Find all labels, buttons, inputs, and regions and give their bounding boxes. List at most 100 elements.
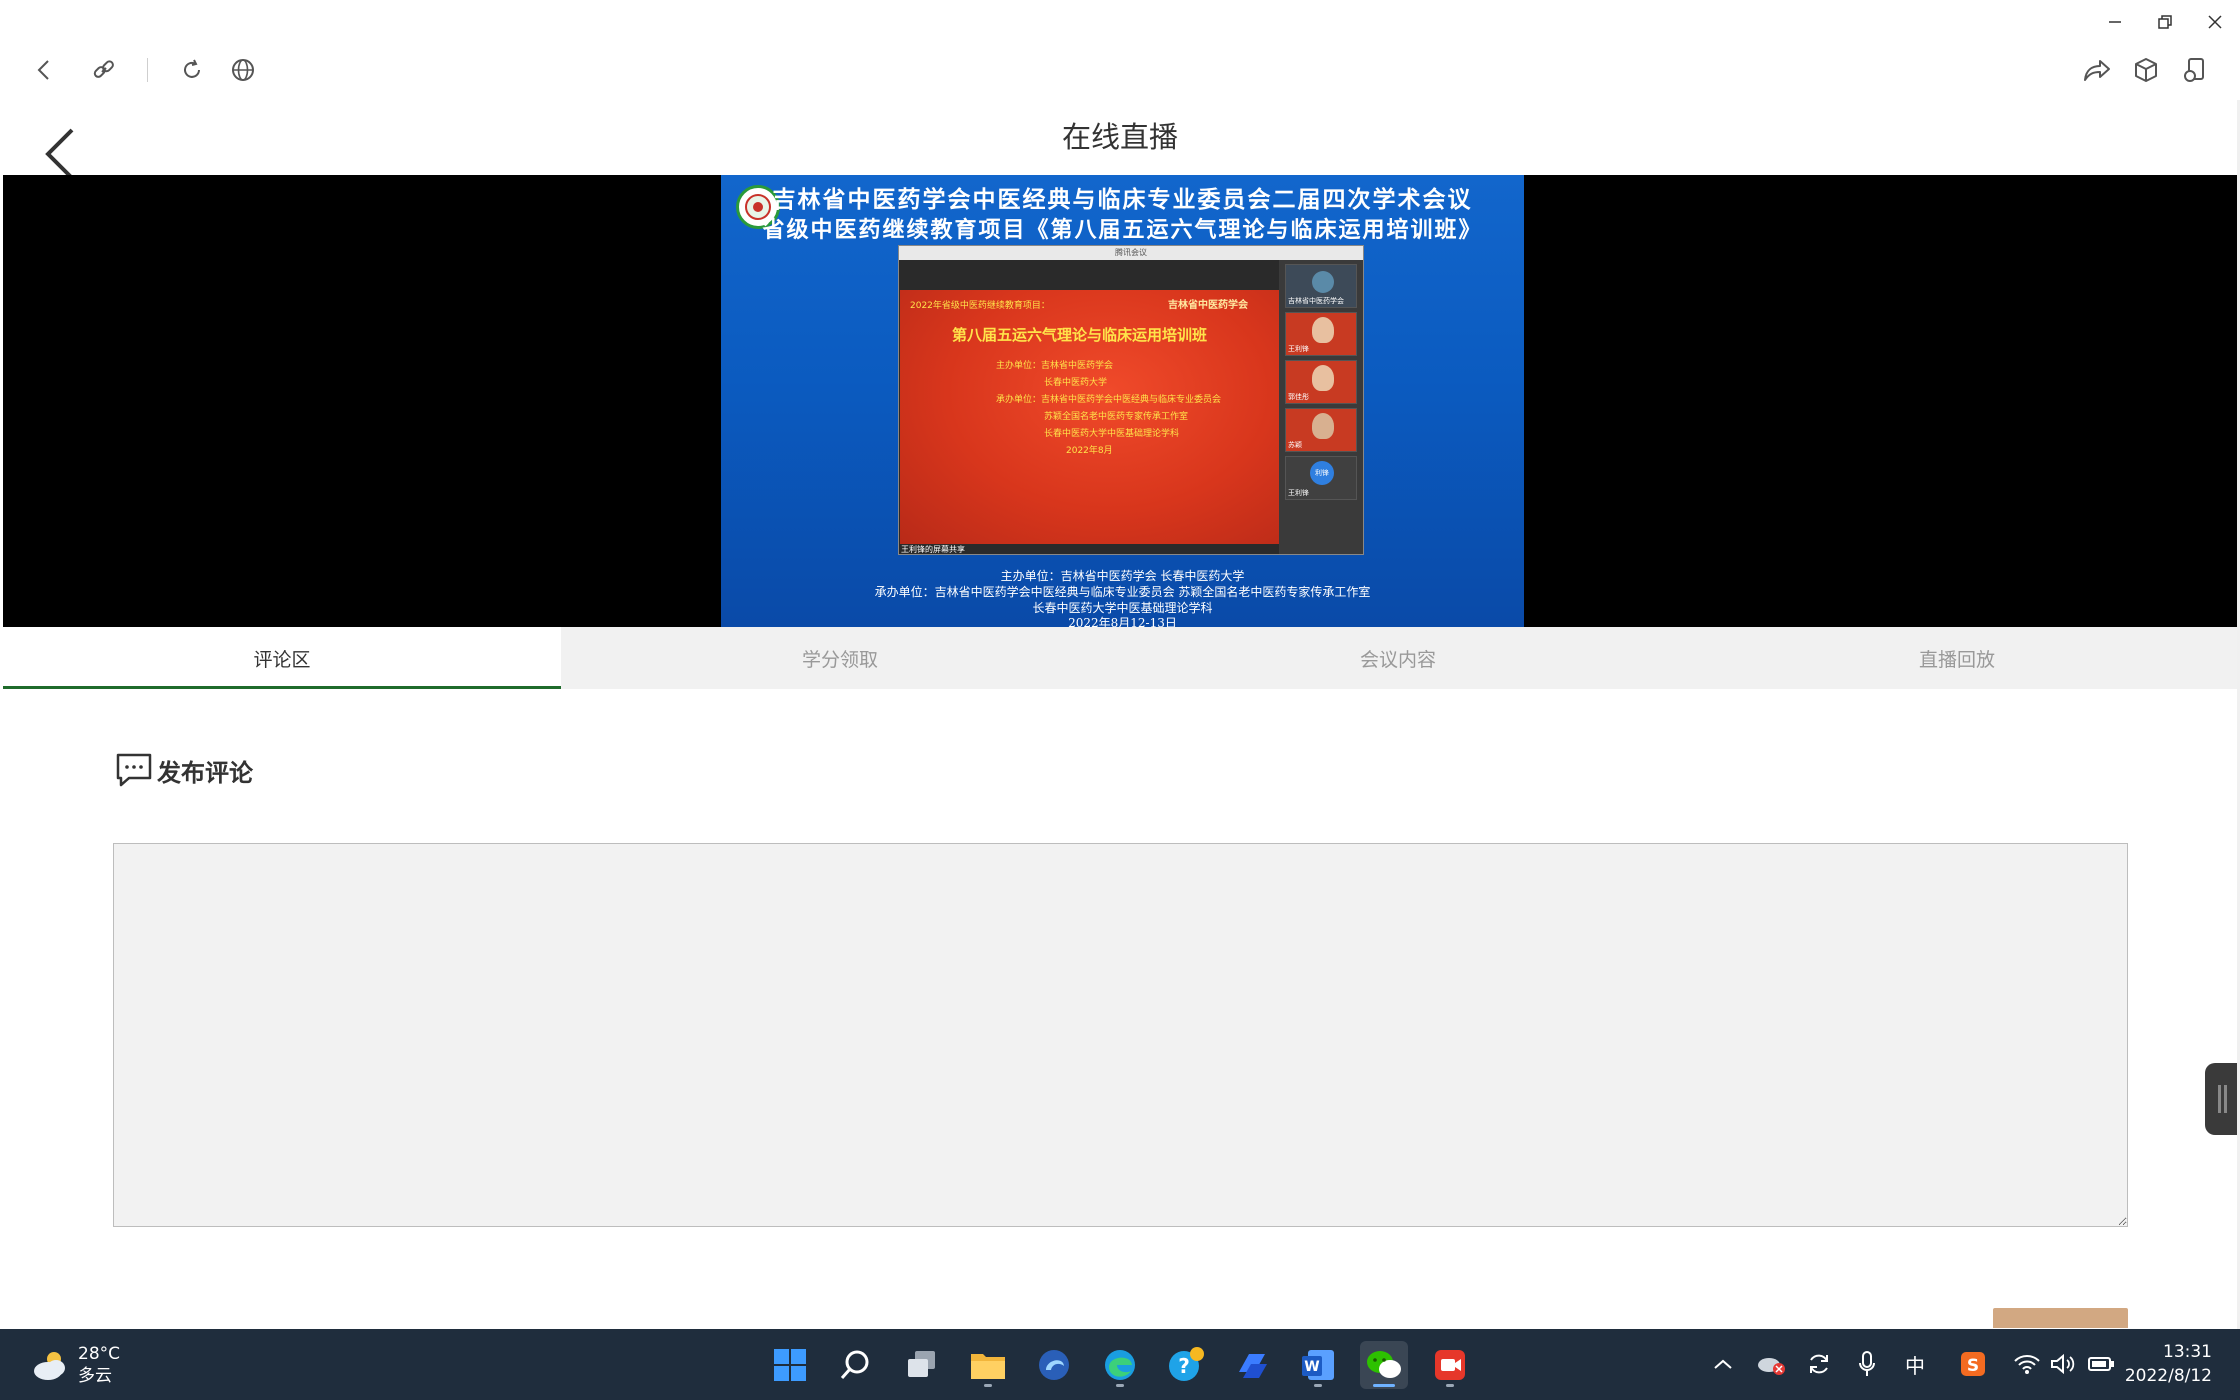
edge-dev-icon [1039, 1350, 1069, 1380]
screen-share-label: 王利锋的屏幕共享 [901, 545, 965, 554]
copy-link-button[interactable] [84, 50, 124, 90]
partly-cloudy-icon [34, 1352, 65, 1380]
clock-date: 2022/8/12 [2124, 1366, 2212, 1386]
pin-icon [2184, 58, 2204, 82]
taskbar-file-explorer[interactable] [964, 1341, 1012, 1389]
browser-back-button[interactable] [24, 50, 64, 90]
chevron-up-icon [1714, 1359, 1732, 1369]
windows-logo-icon [774, 1349, 806, 1381]
open-in-browser-button[interactable] [223, 50, 263, 90]
taskbar-edge-dev[interactable] [1030, 1341, 1078, 1389]
restore-icon [2158, 15, 2172, 29]
side-panel-handle[interactable] [2205, 1063, 2240, 1135]
chevron-left-icon [37, 60, 49, 80]
wifi-icon [2014, 1355, 2040, 1374]
comment-header: 发布评论 [115, 752, 253, 788]
project-note: 2022年省级中医药继续教育项目： [910, 301, 1050, 311]
window-toolbar [0, 0, 2240, 100]
host-2: 长春中医药大学 [1044, 378, 1108, 388]
taskbar-edge[interactable] [1096, 1341, 1144, 1389]
submit-comment-button[interactable] [1993, 1308, 2128, 1328]
tab-replay[interactable]: 直播回放 [1678, 627, 2236, 689]
volume-icon [2051, 1353, 2075, 1375]
participant-tile: 苏颖 [1285, 408, 1357, 452]
undertaker-3: 长春中医药大学中医基础理论学科 [1044, 429, 1180, 439]
slide-footer-line2: 承办单位：吉林省中医药学会中医经典与临床专业委员会 苏颖全国名老中医药专家传承工… [874, 585, 1371, 599]
taskbar-word[interactable]: W [1294, 1341, 1342, 1389]
tab-comments[interactable]: 评论区 [3, 627, 561, 689]
show-hidden-icons[interactable] [1708, 1347, 1738, 1381]
slide-title-line1: 吉林省中医药学会中医经典与临床专业委员会二届四次学术会议 [772, 186, 1473, 213]
wechat-icon [1367, 1351, 1401, 1378]
participant-tile: 王利锋 [1285, 312, 1357, 356]
microphone-tray[interactable] [1850, 1347, 1884, 1381]
inner-slide-heading: 第八届五运六气理论与临床运用培训班 [952, 326, 1208, 344]
meeting-window-title: 腾讯会议 [899, 246, 1363, 260]
share-icon [2084, 60, 2110, 81]
battery-icon [2088, 1357, 2114, 1371]
slide-footer-line4: 2022年8月12-13日 [1068, 616, 1177, 627]
clock-time: 13:31 [2163, 1342, 2212, 1362]
input-method-indicator[interactable]: 中 [1898, 1347, 1932, 1381]
slide-title-line2: 省级中医药继续教育项目《第八届五运六气理论与临床运用培训班》 [762, 217, 1483, 243]
slide-footer-line1: 主办单位：吉林省中医药学会 长春中医药大学 [1000, 569, 1245, 583]
taskbar-help[interactable]: ? [1162, 1341, 1210, 1389]
link-icon [93, 60, 114, 78]
tab-credits[interactable]: 学分领取 [561, 627, 1119, 689]
weather-condition: 多云 [78, 1366, 112, 1386]
refresh-icon [184, 59, 200, 78]
chevron-left-icon [45, 128, 74, 180]
taskbar-feishu[interactable] [1228, 1341, 1276, 1389]
volume-tray[interactable] [2046, 1347, 2080, 1381]
folder-icon [971, 1354, 1005, 1379]
tab-meeting-content[interactable]: 会议内容 [1119, 627, 1677, 689]
help-icon: ? [1169, 1347, 1204, 1381]
close-icon [2208, 15, 2222, 29]
start-button[interactable] [766, 1341, 814, 1389]
weather-widget[interactable]: 28°C 多云 [28, 1343, 120, 1387]
sync-icon [1810, 1354, 1828, 1374]
comment-textarea[interactable] [113, 843, 2128, 1227]
search-icon [840, 1350, 869, 1379]
cloud-error-icon [1758, 1358, 1785, 1375]
participant-tile: 吉林省中医药学会 [1285, 264, 1357, 308]
wifi-tray[interactable] [2010, 1347, 2044, 1381]
onedrive-tray[interactable] [1754, 1347, 1788, 1381]
minimize-button[interactable] [2090, 4, 2140, 40]
battery-tray[interactable] [2084, 1347, 2118, 1381]
taskbar: 28°C 多云 ? W 中 S 13:31 2022/8/12 [0, 1329, 2240, 1400]
sogou-tray[interactable]: S [1956, 1347, 1990, 1381]
task-view-button[interactable] [898, 1341, 946, 1389]
page-title: 在线直播 [1061, 120, 1178, 154]
inner-slide-date: 2022年8月 [1066, 446, 1113, 456]
comment-title: 发布评论 [157, 758, 253, 787]
tab-bar: 评论区 学分领取 会议内容 直播回放 [3, 627, 2237, 689]
cube-icon [2135, 58, 2157, 82]
undertaker-2: 苏颖全国名老中医药专家传承工作室 [1044, 412, 1189, 422]
sync-tray[interactable] [1802, 1347, 1836, 1381]
search-button[interactable] [832, 1341, 880, 1389]
task-view-icon [908, 1351, 935, 1377]
refresh-button[interactable] [172, 50, 212, 90]
edge-icon [1105, 1350, 1135, 1380]
undertaker-label: 承办单位：吉林省中医药学会中医经典与临床专业委员会 [996, 395, 1222, 405]
participant-list: 吉林省中医药学会 王利锋 郭佳彤 苏颖 利锋 王利锋 [1279, 260, 1363, 554]
toolbar-separator [147, 58, 148, 82]
restore-button[interactable] [2140, 4, 2190, 40]
live-video-player[interactable]: 吉林省中医药学会中医经典与临床专业委员会二届四次学术会议 省级中医药继续教育项目… [3, 175, 2237, 627]
avatar: 利锋 [1310, 461, 1334, 485]
mini-program-button[interactable] [2126, 50, 2166, 90]
pin-window-button[interactable] [2175, 50, 2215, 90]
microphone-icon [1859, 1351, 1875, 1376]
weather-temp: 28°C [78, 1344, 121, 1364]
share-button[interactable] [2077, 50, 2117, 90]
close-window-button[interactable] [2190, 4, 2240, 40]
svg-text:W: W [1304, 1359, 1319, 1375]
video-slide: 吉林省中医药学会中医经典与临床专业委员会二届四次学术会议 省级中医药继续教育项目… [721, 175, 1524, 627]
taskbar-meeting[interactable] [1426, 1341, 1474, 1389]
host-label: 主办单位：吉林省中医药学会 [996, 361, 1114, 371]
feishu-icon [1239, 1354, 1267, 1378]
word-icon: W [1302, 1350, 1334, 1380]
taskbar-wechat[interactable] [1360, 1341, 1408, 1389]
system-clock[interactable]: 13:31 2022/8/12 [2125, 1340, 2212, 1388]
